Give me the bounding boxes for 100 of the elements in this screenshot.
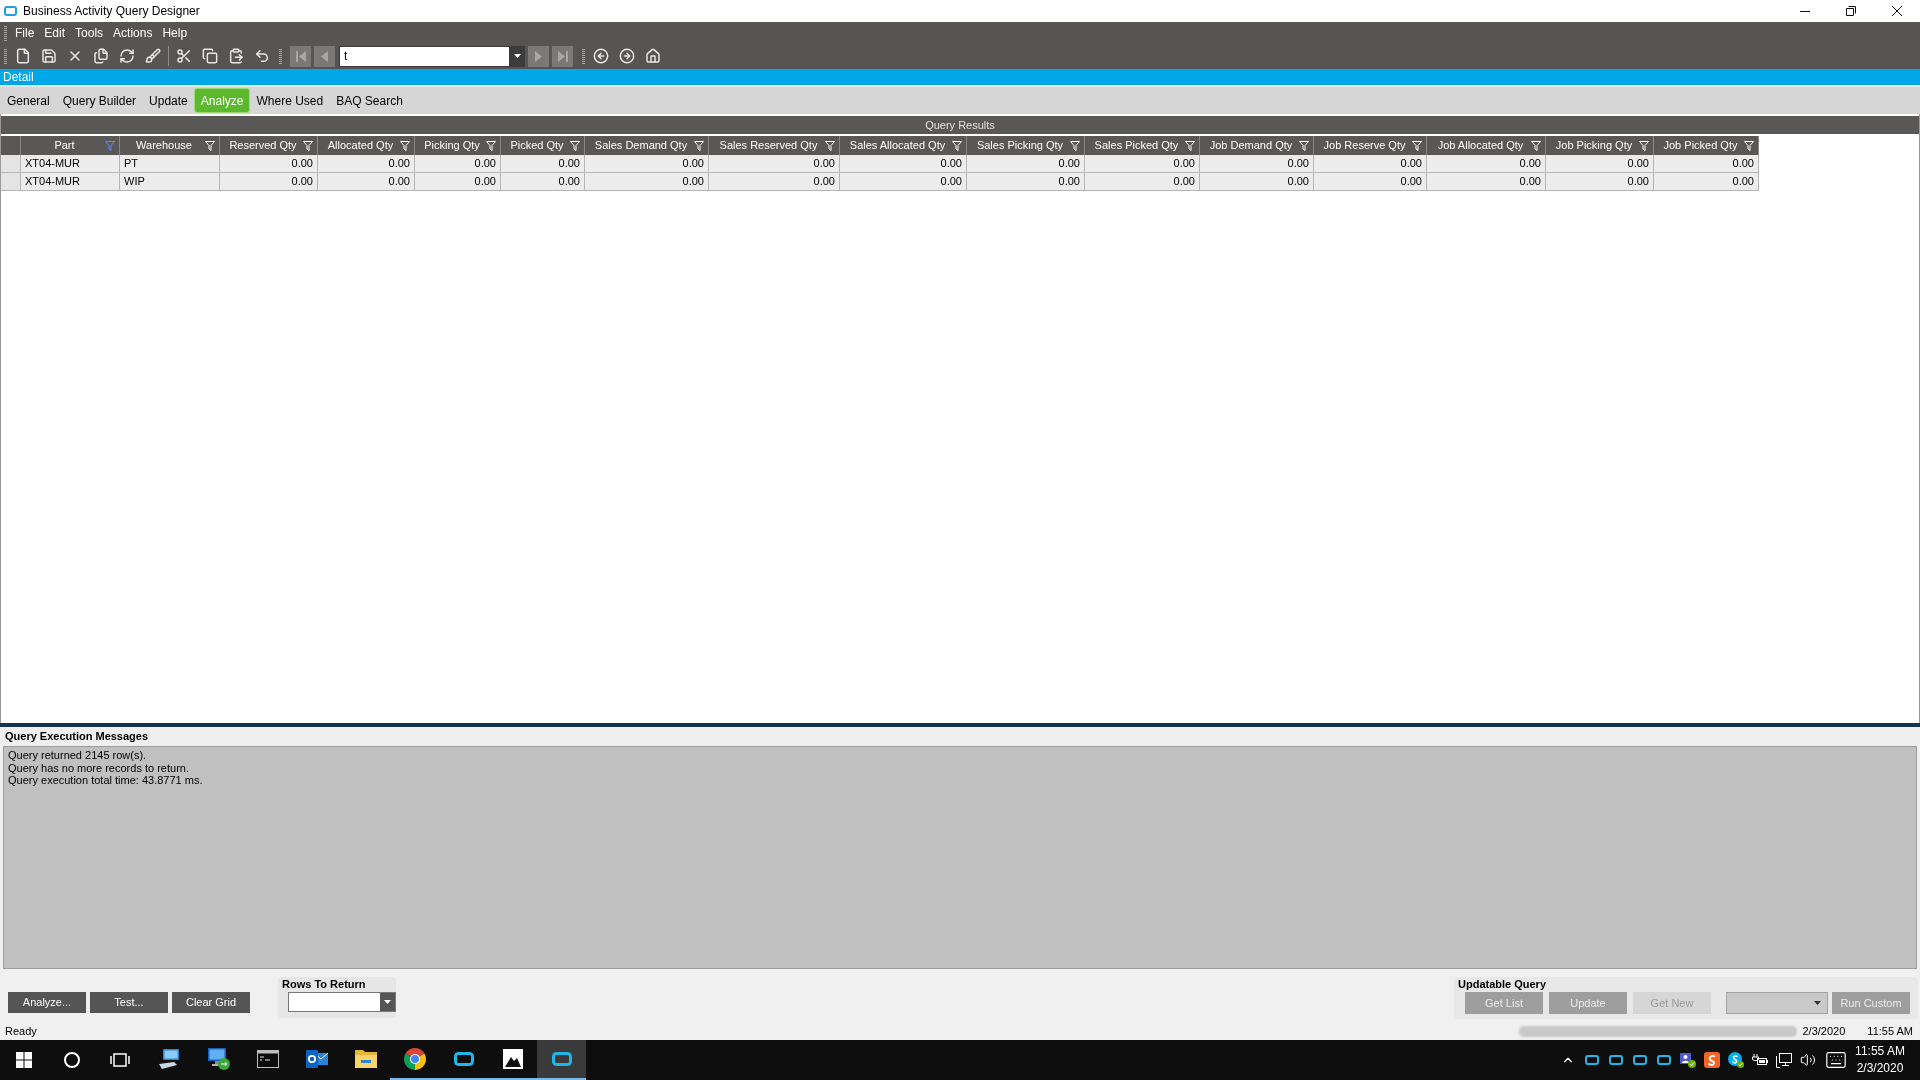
column-header[interactable]: Sales Picking Qty: [967, 136, 1085, 155]
table-cell: 0.00: [1546, 173, 1654, 191]
tab[interactable]: Where Used: [250, 89, 330, 112]
arrow-left-circle-icon[interactable]: [593, 48, 609, 64]
rounded-square-icon: [551, 1052, 572, 1066]
dropdown-button[interactable]: [509, 45, 525, 67]
menu-item[interactable]: Tools: [70, 24, 109, 42]
close-icon[interactable]: [1892, 6, 1902, 16]
column-header[interactable]: Picking Qty: [415, 136, 501, 155]
brush-icon[interactable]: [145, 48, 161, 64]
previous-record-button[interactable]: [314, 45, 335, 67]
column-header[interactable]: Job Reserve Qty: [1314, 136, 1427, 155]
tab[interactable]: Update: [143, 89, 194, 112]
image-icon: [502, 1049, 523, 1069]
speaker-icon[interactable]: [1800, 1052, 1816, 1068]
arrow-right-circle-icon[interactable]: [619, 48, 635, 64]
column-header[interactable]: Job Demand Qty: [1200, 136, 1314, 155]
table-cell: 0.00: [1200, 155, 1314, 173]
ring-icon[interactable]: [64, 1052, 80, 1068]
dropdown-button[interactable]: [380, 993, 395, 1011]
menu-item[interactable]: Actions: [108, 24, 158, 42]
record-field[interactable]: t: [339, 45, 509, 67]
first-record-button[interactable]: [290, 45, 311, 67]
undo-icon[interactable]: [254, 48, 270, 64]
table-cell: 0.00: [585, 155, 709, 173]
keyboard-icon[interactable]: [1825, 1049, 1847, 1071]
x-icon[interactable]: [67, 48, 83, 64]
rounded-square-icon: [453, 1052, 474, 1066]
rows-combo[interactable]: [288, 992, 396, 1012]
document-icon[interactable]: [15, 48, 31, 64]
table-cell: 0.00: [1427, 155, 1546, 173]
column-header[interactable]: Warehouse: [120, 136, 220, 155]
network-icon[interactable]: [1776, 1052, 1792, 1068]
skip-forward-icon: [557, 50, 568, 62]
table-cell: 0.00: [1200, 173, 1314, 191]
caret-icon: [384, 1000, 391, 1004]
save-icon[interactable]: [41, 48, 57, 64]
documents-icon[interactable]: [93, 48, 109, 64]
terminal-icon: [256, 1050, 279, 1068]
grip-icon[interactable]: [279, 48, 282, 64]
table-cell: 0.00: [1654, 155, 1759, 173]
grip-icon[interactable]: [4, 48, 7, 64]
caret-icon: [1814, 1001, 1821, 1005]
table-cell: 0.00: [1546, 155, 1654, 173]
rounded-square-icon[interactable]: [1633, 1055, 1647, 1065]
table-cell: 0.00: [1085, 155, 1200, 173]
table-cell: 0.00: [840, 173, 967, 191]
grip-icon[interactable]: [582, 48, 585, 64]
clock-date: 2/3/2020: [1856, 1060, 1904, 1077]
refresh-icon[interactable]: [119, 48, 135, 64]
clipboard-icon[interactable]: [228, 48, 244, 64]
tab[interactable]: General: [1, 89, 56, 112]
column-header[interactable]: Job Allocated Qty: [1427, 136, 1546, 155]
rounded-square-icon[interactable]: [1609, 1055, 1623, 1065]
restore-icon[interactable]: [1846, 6, 1856, 16]
column-header[interactable]: Reserved Qty: [220, 136, 318, 155]
swirl-circle-icon[interactable]: [1728, 1052, 1744, 1068]
action-button[interactable]: Test...: [90, 992, 168, 1013]
scissors-icon[interactable]: [176, 48, 192, 64]
action-button[interactable]: Analyze...: [8, 992, 86, 1013]
action-button[interactable]: Clear Grid: [172, 992, 250, 1013]
column-header[interactable]: Sales Reserved Qty: [709, 136, 840, 155]
column-header[interactable]: Job Picked Qty: [1654, 136, 1759, 155]
group-label: Rows To Return: [282, 978, 366, 991]
column-header[interactable]: Allocated Qty: [318, 136, 415, 155]
group-label: Updatable Query: [1458, 978, 1547, 991]
mail-icon: [305, 1050, 328, 1068]
menu-item[interactable]: Edit: [39, 24, 71, 42]
copy-icon[interactable]: [202, 48, 218, 64]
table-cell: XT04-MUR: [21, 173, 120, 191]
table-cell: 0.00: [709, 155, 840, 173]
message-line: Query has no more records to return.: [8, 761, 189, 774]
column-header[interactable]: Sales Allocated Qty: [840, 136, 967, 155]
last-record-button[interactable]: [552, 45, 573, 67]
task-view-icon[interactable]: [110, 1053, 130, 1067]
table-cell: 0.00: [501, 173, 585, 191]
column-header[interactable]: Sales Picked Qty: [1085, 136, 1200, 155]
menu-item[interactable]: Help: [157, 24, 193, 42]
column-header[interactable]: Job Picking Qty: [1546, 136, 1654, 155]
column-header[interactable]: Sales Demand Qty: [585, 136, 709, 155]
tab[interactable]: Query Builder: [56, 89, 143, 112]
people-icon[interactable]: [1680, 1052, 1696, 1068]
column-header[interactable]: Picked Qty: [501, 136, 585, 155]
home-icon[interactable]: [645, 48, 661, 64]
table-cell: 0.00: [1085, 173, 1200, 191]
grip-icon[interactable]: [4, 25, 7, 41]
tab[interactable]: BAQ Search: [330, 89, 409, 112]
minimize-icon[interactable]: [1800, 10, 1810, 12]
swirl-tile-icon[interactable]: [1704, 1052, 1720, 1068]
computer-icon: [158, 1049, 181, 1069]
battery-icon[interactable]: [1752, 1054, 1768, 1066]
table-cell: 0.00: [220, 155, 318, 173]
table-cell: 0.00: [318, 173, 415, 191]
rounded-square-icon[interactable]: [1585, 1055, 1599, 1065]
section-header: Query Results: [1, 116, 1919, 134]
column-header[interactable]: Part: [21, 136, 120, 155]
rounded-square-icon[interactable]: [1657, 1055, 1671, 1065]
windows-icon[interactable]: [16, 1052, 32, 1068]
triangle-right-icon: [535, 50, 542, 62]
menu-item[interactable]: File: [10, 24, 40, 42]
